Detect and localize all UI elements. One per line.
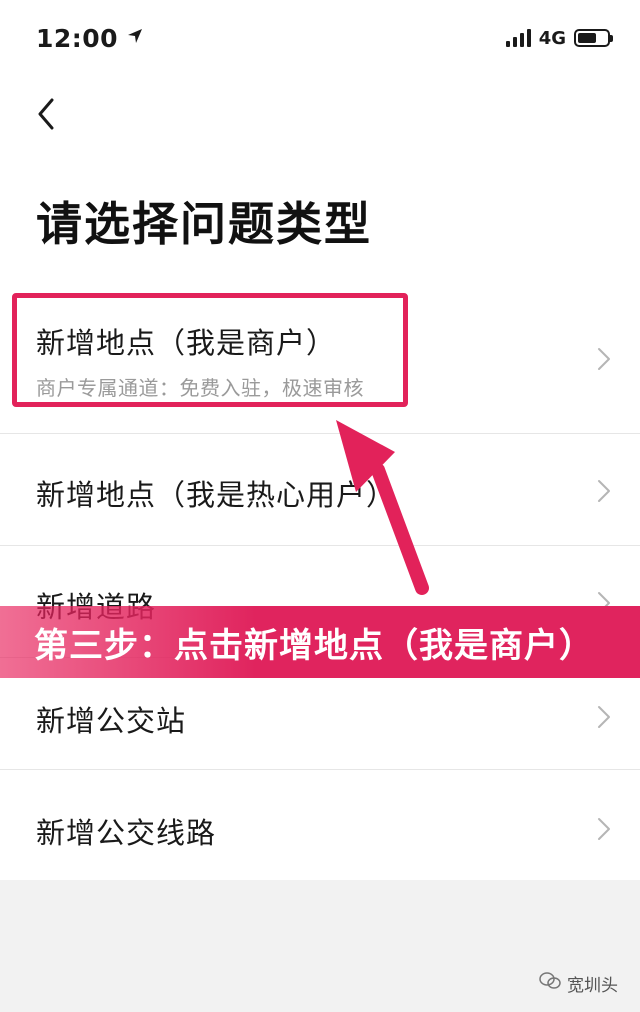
list-item-label: 新增地点（我是商户） — [36, 326, 337, 360]
chevron-right-icon — [594, 476, 614, 506]
location-arrow-icon — [126, 27, 144, 49]
page-title: 请选择问题类型 — [36, 197, 372, 251]
chevron-right-icon — [594, 344, 614, 374]
network-type: 4G — [538, 27, 566, 49]
status-left: 12:00 — [36, 24, 144, 53]
list-item-new-bus-line[interactable]: 新增公交线路 — [0, 770, 640, 880]
signal-icon — [505, 29, 531, 47]
status-bar: 12:00 4G — [0, 0, 640, 76]
battery-level — [578, 33, 597, 43]
list-item-user-location[interactable]: 新增地点（我是热心用户） — [0, 434, 640, 546]
wechat-icon — [539, 971, 561, 996]
list-item-label: 新增公交线路 — [36, 816, 217, 850]
list-item-label: 新增地点（我是热心用户） — [36, 478, 397, 512]
problem-type-list: 新增地点（我是商户） 商户专属通道：免费入驻，极速审核 新增地点（我是热心用户）… — [0, 292, 640, 880]
status-time: 12:00 — [36, 23, 119, 53]
chevron-left-icon — [34, 96, 58, 136]
step-banner: 第三步：点击新增地点（我是商户） — [0, 606, 640, 678]
status-right: 4G — [505, 27, 613, 49]
watermark: 宽圳头 — [539, 971, 618, 996]
chevron-right-icon — [594, 702, 614, 732]
list-item-merchant-location[interactable]: 新增地点（我是商户） 商户专属通道：免费入驻，极速审核 — [0, 292, 640, 434]
list-item-label: 新增公交站 — [36, 704, 187, 738]
battery-icon — [574, 29, 613, 47]
watermark-text: 宽圳头 — [567, 976, 618, 996]
list-item-subtitle: 商户专属通道：免费入驻，极速审核 — [36, 376, 364, 400]
back-button[interactable] — [26, 96, 66, 136]
chevron-right-icon — [594, 814, 614, 844]
step-banner-text: 第三步：点击新增地点（我是商户） — [34, 625, 594, 666]
